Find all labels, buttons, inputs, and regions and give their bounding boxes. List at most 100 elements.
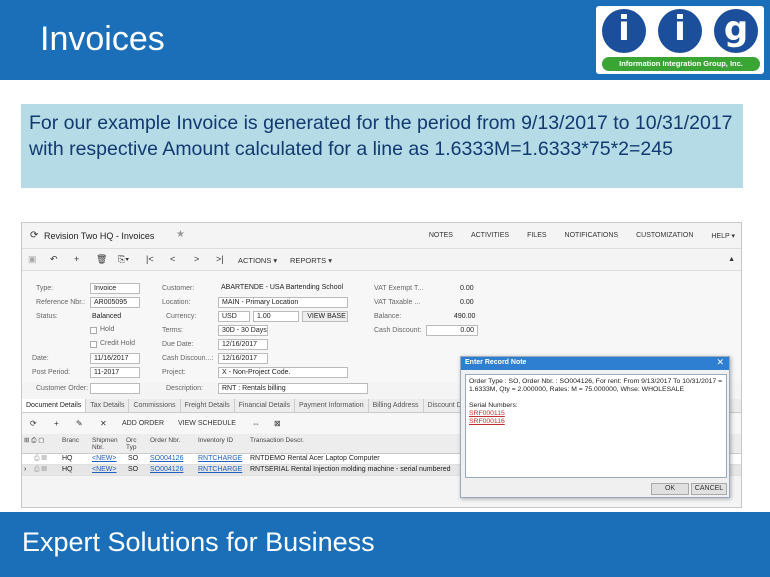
collapse-icon[interactable]: ▲ <box>728 256 735 263</box>
tab-financial-details[interactable]: Financial Details <box>235 399 295 412</box>
slide-title: Invoices <box>40 20 165 58</box>
balance-value: 490.00 <box>454 313 476 320</box>
hold-label: Hold <box>100 326 115 333</box>
date-field[interactable]: 11/16/2017 <box>90 353 140 364</box>
grid-col-ordtype[interactable]: Orc Typ <box>126 437 140 451</box>
grid-col-descr[interactable]: Transaction Descr. <box>250 437 304 444</box>
add-order-button[interactable]: ADD ORDER <box>122 420 164 427</box>
row-inventory-link[interactable]: RNTCHARGE <box>198 455 242 462</box>
grid-delete-icon[interactable]: ✕ <box>100 419 107 428</box>
logo-tagline: Information Integration Group, Inc. <box>602 57 760 71</box>
vat-exempt-label: VAT Exempt T... <box>374 285 424 292</box>
grid-edit-icon[interactable]: ✎ <box>76 419 83 428</box>
description-field[interactable]: RNT : Rentals billing <box>218 383 368 394</box>
main-toolbar: ▣ ↶ + 🗑 ⎘▾ |< < > >| ACTIONS ▾ REPORTS ▾… <box>22 249 741 271</box>
view-schedule-button[interactable]: VIEW SCHEDULE <box>178 420 236 427</box>
fit-columns-icon[interactable]: ⇔ <box>252 419 260 428</box>
vat-exempt-value: 0.00 <box>460 285 474 292</box>
grid-col-inventory[interactable]: Inventory ID <box>198 437 233 444</box>
nav-notifications[interactable]: NOTIFICATIONS <box>565 232 619 240</box>
row-shipment-link[interactable]: <NEW> <box>92 466 117 473</box>
footer-band: Expert Solutions for Business <box>0 512 770 577</box>
grid-col-shipment[interactable]: Shipmen Nbr. <box>92 437 118 451</box>
cash-discount-field[interactable]: 0.00 <box>426 325 478 336</box>
type-select[interactable]: Invoice <box>90 283 140 294</box>
note-text: For our example Invoice is generated for… <box>29 112 733 160</box>
close-icon[interactable]: ✕ <box>716 357 724 368</box>
grid-col-icons: ⊞ ⎙ ▢ <box>24 437 45 444</box>
app-titlebar: ⟳ Revision Two HQ - Invoices ★ NOTES ACT… <box>22 223 741 249</box>
status-label: Status: <box>36 313 58 320</box>
vat-taxable-value: 0.00 <box>460 299 474 306</box>
next-record-icon[interactable]: > <box>194 254 199 264</box>
credit-hold-label: Credit Hold <box>100 340 136 347</box>
save-icon[interactable]: ▣ <box>28 254 37 265</box>
actions-menu[interactable]: ACTIONS ▾ <box>238 256 277 265</box>
nav-files[interactable]: FILES <box>527 232 546 240</box>
row-ordernbr-link[interactable]: SO004126 <box>150 466 183 473</box>
hold-checkbox[interactable] <box>90 327 97 334</box>
first-record-icon[interactable]: |< <box>146 254 154 264</box>
nav-help[interactable]: HELP ▾ <box>711 232 735 240</box>
nav-activities[interactable]: ACTIVITIES <box>471 232 509 240</box>
export-excel-icon[interactable]: ⊠ <box>274 419 281 428</box>
grid-add-icon[interactable]: + <box>54 419 59 428</box>
due-date-field[interactable]: 12/16/2017 <box>218 339 268 350</box>
row-shipment-link[interactable]: <NEW> <box>92 455 117 462</box>
currency-field[interactable]: USD <box>218 311 250 322</box>
dialog-title: Enter Record Note <box>465 359 527 366</box>
row-attach-icon[interactable]: ⎙ ▤ <box>34 466 47 474</box>
add-icon[interactable]: + <box>74 254 79 264</box>
terms-field[interactable]: 30D - 30 Days <box>218 325 268 336</box>
tab-billing-address[interactable]: Billing Address <box>369 399 424 412</box>
last-record-icon[interactable]: >| <box>216 254 224 264</box>
prev-record-icon[interactable]: < <box>170 254 175 264</box>
location-field[interactable]: MAIN - Primary Location <box>218 297 348 308</box>
reports-menu[interactable]: REPORTS ▾ <box>290 256 332 265</box>
row-branch: HQ <box>62 466 73 473</box>
description-label: Description: <box>166 385 203 392</box>
tab-freight-details[interactable]: Freight Details <box>181 399 235 412</box>
row-attach-icon[interactable]: ⎙ ▤ <box>34 455 47 463</box>
nav-customization[interactable]: CUSTOMIZATION <box>636 232 693 240</box>
undo-icon[interactable]: ↶ <box>50 254 58 265</box>
refnbr-field[interactable]: AR005095 <box>90 297 140 308</box>
nav-notes[interactable]: NOTES <box>429 232 453 240</box>
header-band: Invoices i i g Information Integration G… <box>0 0 770 80</box>
rate-field[interactable]: 1.00 <box>253 311 299 322</box>
row-inventory-link[interactable]: RNTCHARGE <box>198 466 242 473</box>
logo-letter-g: g <box>714 9 758 53</box>
customer-order-field[interactable] <box>90 383 140 394</box>
cash-discount-label: Cash Discount: <box>374 327 422 334</box>
serials-label: Serial Numbers: <box>469 402 518 409</box>
status-value: Balanced <box>92 313 122 320</box>
date-label: Date: <box>32 355 49 362</box>
tab-commissions[interactable]: Commissions <box>129 399 181 412</box>
customer-field[interactable]: ABARTENDE - USA Bartending School <box>218 283 344 294</box>
post-period-label: Post Period: <box>32 369 71 376</box>
post-period-field[interactable]: 11-2017 <box>90 367 140 378</box>
refresh-icon[interactable]: ⟳ <box>30 230 38 241</box>
cancel-button[interactable]: CANCEL <box>691 483 727 495</box>
grid-refresh-icon[interactable]: ⟳ <box>30 419 37 428</box>
refnbr-label: Reference Nbr.: <box>36 299 86 306</box>
view-base-button[interactable]: VIEW BASE <box>302 311 348 322</box>
grid-col-branch[interactable]: Branc <box>62 437 79 444</box>
vat-taxable-label: VAT Taxable ... <box>374 299 421 306</box>
grid-col-ordernbr[interactable]: Order Nbr. <box>150 437 180 444</box>
tab-document-details[interactable]: Document Details <box>22 399 87 412</box>
delete-icon[interactable]: 🗑 <box>96 254 107 265</box>
project-field[interactable]: X - Non-Project Code. <box>218 367 348 378</box>
copy-icon[interactable]: ⎘▾ <box>118 254 129 265</box>
tab-payment-information[interactable]: Payment Information <box>295 399 369 412</box>
cash-disc-date-field[interactable]: 12/16/2017 <box>218 353 268 364</box>
row-ordernbr-link[interactable]: SO004126 <box>150 455 183 462</box>
record-note-dialog: Enter Record Note ✕ Order Type : SO, Ord… <box>460 356 730 498</box>
row-ordtype: SO <box>128 466 139 473</box>
ok-button[interactable]: OK <box>651 483 689 495</box>
tab-tax-details[interactable]: Tax Details <box>86 399 130 412</box>
credit-hold-checkbox[interactable] <box>90 341 97 348</box>
note-textarea[interactable]: Order Type : SO, Order Nbr. : SO004126, … <box>465 374 727 478</box>
customer-order-label: Customer Order: <box>36 385 89 392</box>
favorite-star-icon[interactable]: ★ <box>176 229 185 240</box>
